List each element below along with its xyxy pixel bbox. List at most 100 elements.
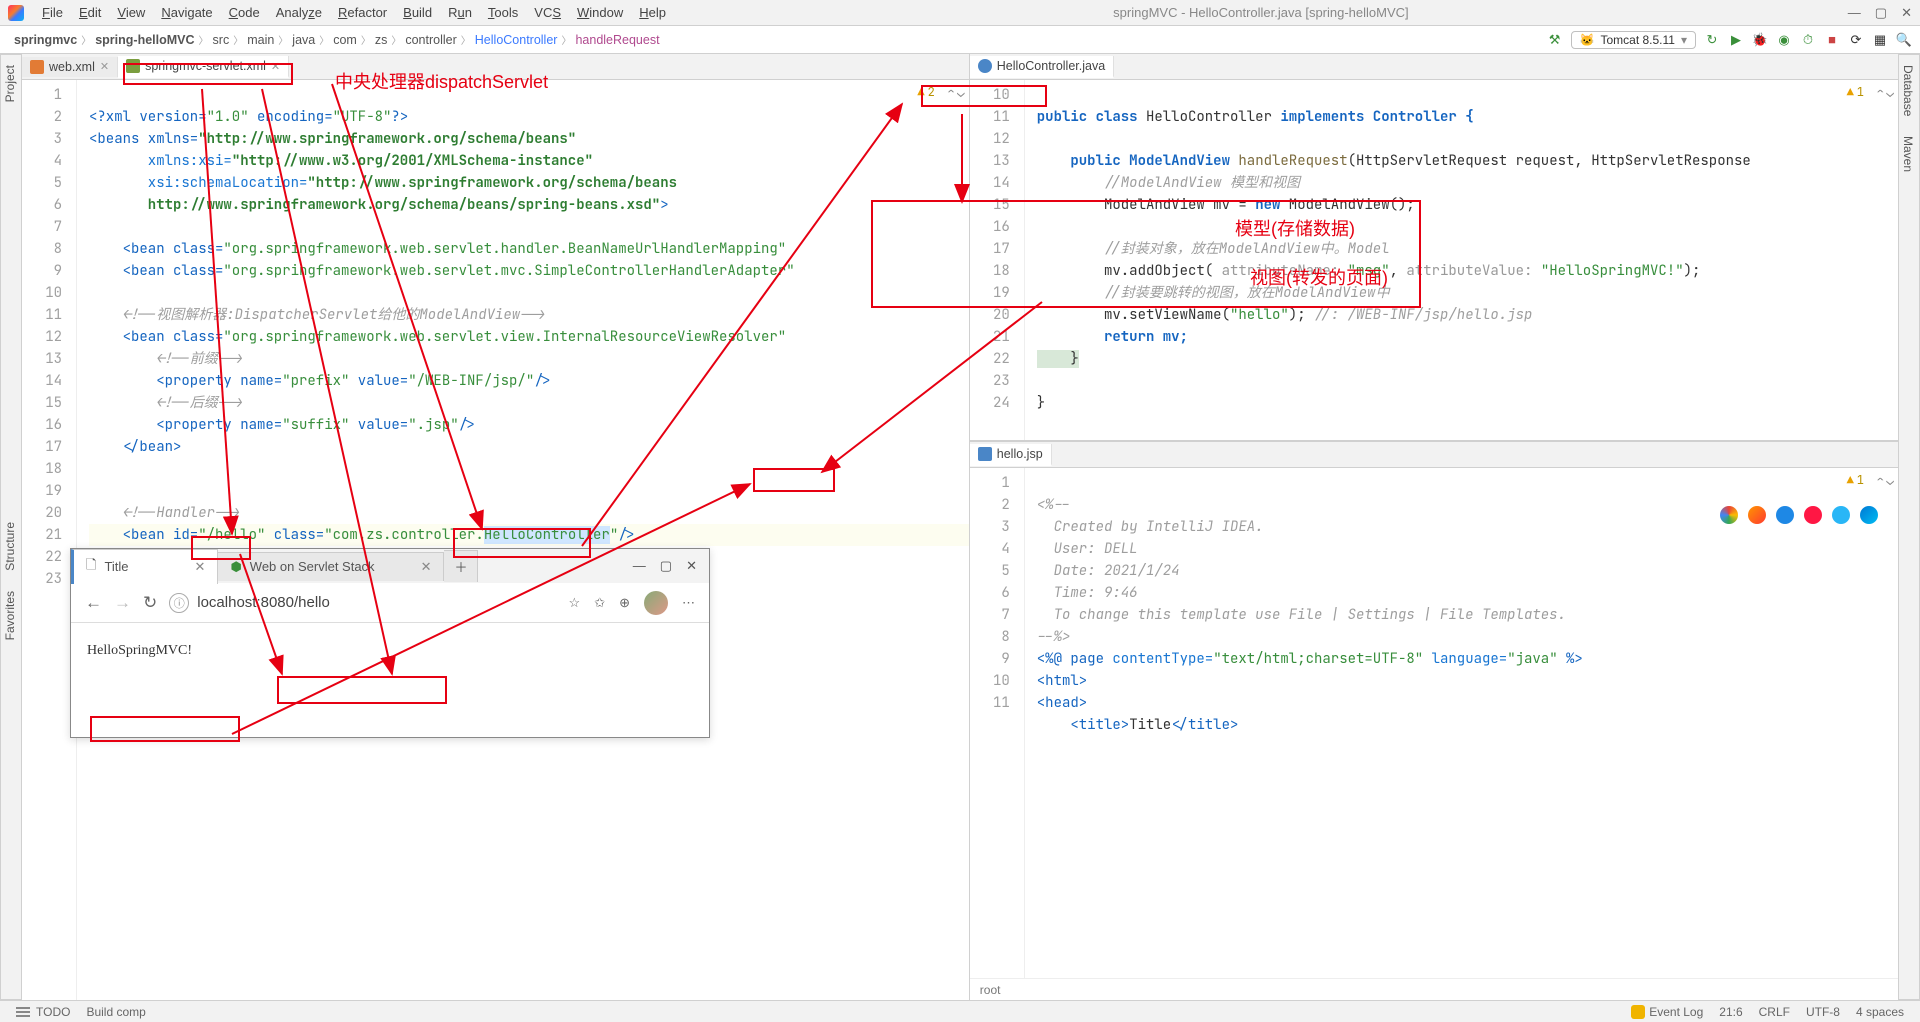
update-icon[interactable]: ⟳ [1848,32,1864,48]
search-icon[interactable]: 🔍 [1896,32,1912,48]
menu-vcs[interactable]: VCS [526,3,569,22]
chevron-down-icon[interactable]: ⌄ [957,84,965,101]
menu-build[interactable]: Build [395,3,440,22]
window-title: springMVC - HelloController.java [spring… [674,5,1848,20]
event-log-button[interactable]: Event Log [1623,1005,1711,1019]
tab-springmvc-servlet[interactable]: springmvc-servlet.xml✕ [118,56,289,78]
firefox-icon[interactable] [1748,506,1766,524]
opera-icon[interactable] [1804,506,1822,524]
stop-icon[interactable]: ■ [1824,32,1840,48]
menu-navigate[interactable]: Navigate [153,3,220,22]
code-area[interactable]: public class HelloController implements … [1025,80,1898,440]
todo-button[interactable]: TODO [36,1005,70,1019]
reload-button[interactable]: ↻ [143,593,157,613]
close-icon[interactable]: ✕ [271,60,280,73]
toolbar: ⚒ 🐱Tomcat 8.5.11▾ ↻ ▶ 🐞 ◉ ⏱ ■ ⟳ ▦ 🔍 [1547,31,1912,49]
structure-tool-button[interactable]: Structure [1,512,19,581]
run-icon[interactable]: ▶ [1728,32,1744,48]
jsp-file-icon [978,447,992,461]
menu-code[interactable]: Code [221,3,268,22]
line-ending[interactable]: CRLF [1751,1005,1798,1019]
debug-icon[interactable]: 🐞 [1752,32,1768,48]
chevron-up-icon[interactable]: ⌃ [1876,84,1884,101]
browser-body: HelloSpringMVC! [71,623,709,679]
forward-button[interactable]: → [114,593,131,613]
todo-icon [16,1007,30,1017]
edge-icon[interactable] [1860,506,1878,524]
ie-icon[interactable] [1832,506,1850,524]
tab-web-xml[interactable]: web.xml✕ [22,57,118,77]
window-close-button[interactable]: ✕ [1901,5,1912,21]
editor-right-bot[interactable]: ▲1 ⌃⌄ 1234567891011 <%-- Created by Inte… [970,468,1898,978]
build-status: Build comp [78,1005,153,1019]
encoding[interactable]: UTF-8 [1798,1005,1848,1019]
profile-avatar[interactable] [644,591,668,615]
jsp-breadcrumb[interactable]: root [970,978,1898,1000]
profile-icon[interactable]: ⏱ [1800,32,1816,48]
site-info-icon[interactable]: ⓘ [169,593,189,613]
menu-view[interactable]: View [109,3,153,22]
star-icon[interactable]: ☆ [569,595,581,611]
spring-file-icon [126,59,140,73]
app-logo-icon [8,5,24,21]
menu-edit[interactable]: Edit [71,3,109,22]
editor-left[interactable]: ▲2 ⌃⌄ 1234567891011121314151617181920212… [22,80,969,1000]
menu-tools[interactable]: Tools [480,3,526,22]
favorites-tool-button[interactable]: Favorites [1,581,19,650]
window-minimize-button[interactable]: — [1848,5,1861,21]
tab-hellocontroller[interactable]: HelloController.java [970,56,1114,78]
code-area[interactable]: <?xml version="1.0" encoding="UTF-8"?> <… [77,80,969,1000]
close-icon[interactable]: ✕ [421,559,432,575]
menu-run[interactable]: Run [440,3,480,22]
browser-icons-row [1720,506,1878,524]
code-area[interactable]: <%-- Created by IntelliJ IDEA. User: DEL… [1025,468,1898,978]
build-icon[interactable]: ⚒ [1547,32,1563,48]
menu-window[interactable]: Window [569,3,631,22]
maven-tool-button[interactable]: Maven [1899,126,1917,182]
xml-file-icon [30,60,44,74]
event-log-icon [1631,1005,1645,1019]
collections-icon[interactable]: ⊕ [619,595,630,611]
caret-position[interactable]: 21:6 [1711,1005,1750,1019]
menu-file[interactable]: File [34,3,71,22]
chevron-down-icon[interactable]: ⌄ [1886,472,1894,489]
database-tool-button[interactable]: Database [1899,55,1917,126]
browser-tab-active[interactable]: 🗋Title✕ [71,549,218,584]
tab-hello-jsp[interactable]: hello.jsp [970,444,1052,466]
breadcrumb[interactable]: springmvc〉 spring-helloMVC〉 src〉 main〉 j… [8,32,666,47]
gutter: 101112131415161718192021222324 [970,80,1025,440]
warnings-badge[interactable]: ▲1 [1847,472,1864,488]
warnings-badge[interactable]: ▲1 [1847,84,1864,100]
window-maximize-button[interactable]: ▢ [1875,5,1887,21]
java-class-icon [978,59,992,73]
back-button[interactable]: ← [85,593,102,613]
run-config-dropdown[interactable]: 🐱Tomcat 8.5.11▾ [1571,31,1696,49]
safari-icon[interactable] [1776,506,1794,524]
menu-help[interactable]: Help [631,3,674,22]
favorites-icon[interactable]: ✩ [594,595,605,611]
structure-icon[interactable]: ▦ [1872,32,1888,48]
new-tab-button[interactable]: ＋ [444,550,478,582]
coverage-icon[interactable]: ◉ [1776,32,1792,48]
chrome-icon[interactable] [1720,506,1738,524]
warnings-badge[interactable]: ▲2 [917,84,934,100]
close-icon[interactable]: ✕ [195,559,206,575]
menu-refactor[interactable]: Refactor [330,3,395,22]
editor-right-top[interactable]: ▲1 ⌃⌄ 101112131415161718192021222324 pub… [970,80,1898,440]
gutter: 1234567891011121314151617181920212223 [22,80,77,1000]
close-icon[interactable]: ✕ [100,60,109,73]
browser-close-button[interactable]: ✕ [686,558,697,574]
menu-analyze[interactable]: Analyze [268,3,330,22]
chevron-down-icon[interactable]: ⌄ [1886,84,1894,101]
browser-min-button[interactable]: — [633,558,646,574]
rerun-icon[interactable]: ↻ [1704,32,1720,48]
browser-window: 🗋Title✕ ⬢Web on Servlet Stack✕ ＋ — ▢ ✕ ←… [70,548,710,738]
chevron-up-icon[interactable]: ⌃ [1876,472,1884,489]
more-icon[interactable]: ⋯ [682,595,695,611]
browser-tab[interactable]: ⬢Web on Servlet Stack✕ [218,552,444,581]
address-bar[interactable]: ⓘlocalhost:8080/hello [169,593,556,613]
project-tool-button[interactable]: Project [1,55,19,112]
browser-max-button[interactable]: ▢ [660,558,672,574]
indent[interactable]: 4 spaces [1848,1005,1912,1019]
chevron-up-icon[interactable]: ⌃ [947,84,955,101]
